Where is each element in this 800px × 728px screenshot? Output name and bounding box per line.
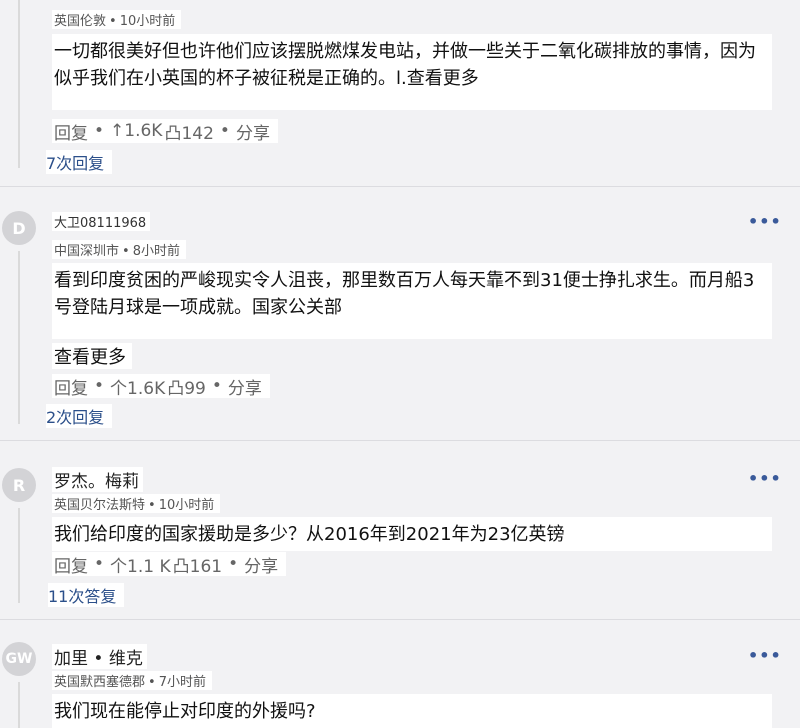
comment-meta: 英国伦敦 • 10小时前	[52, 10, 182, 29]
avatar[interactable]: GW	[2, 642, 36, 676]
comment-2: D 大卫08111968 ••• 中国深圳市 • 8小时前 看到印度贫困的严峻现实令…	[0, 187, 800, 440]
comment-time: 10小时前	[158, 498, 215, 513]
separator: •	[94, 121, 105, 141]
comment-meta: 英国贝尔法斯特 • 10小时前	[52, 494, 221, 513]
comment-meta: 中国深圳市 • 8小时前	[52, 240, 186, 259]
upvote-button[interactable]: ↑1.6K	[110, 121, 162, 141]
more-options-icon[interactable]: •••	[748, 469, 782, 488]
share-button[interactable]: 分享	[228, 374, 262, 399]
thread-line	[18, 0, 20, 168]
reply-button[interactable]: 回复	[54, 552, 88, 577]
separator: •	[219, 121, 230, 141]
separator: •	[109, 14, 117, 29]
comment-location: 英国贝尔法斯特	[54, 498, 146, 513]
avatar[interactable]: R	[2, 468, 36, 502]
replies-link[interactable]: 11次答复	[48, 583, 125, 607]
thread-line	[18, 682, 20, 728]
comment-actions: 回复 • 个1.6K 凸99 • 分享	[52, 374, 270, 399]
comment-body: 我们给印度的国家援助是多少？从2016年到2021年为23亿英镑	[52, 517, 772, 551]
separator: •	[94, 554, 105, 574]
separator: •	[148, 498, 156, 513]
reply-button[interactable]: 回复	[54, 119, 88, 144]
downvote-button[interactable]: 凸99	[167, 374, 206, 399]
upvote-button[interactable]: 个1.6K	[110, 374, 165, 399]
see-more-link[interactable]: 查看更多	[407, 68, 479, 89]
downvote-button[interactable]: 凸142	[164, 119, 213, 144]
share-button[interactable]: 分享	[244, 552, 278, 577]
comment-body: 一切都很美好但也许他们应该摆脱燃煤发电站，并做一些关于二氧化碳排放的事情，因为似…	[52, 34, 772, 110]
comment-4: GW 加里 • 维克 ••• 英国默西塞德郡 • 7小时前 我们现在能停止对印度的外…	[0, 620, 800, 728]
comment-meta: 英国默西塞德郡 • 7小时前	[52, 671, 212, 690]
comment-time: 7小时前	[158, 675, 206, 690]
comment-body: 我们现在能停止对印度的外援吗?	[52, 694, 772, 728]
separator: •	[94, 376, 105, 396]
comment-author[interactable]: 罗杰。梅莉	[52, 467, 143, 492]
comment-text: 一切都很美好但也许他们应该摆脱燃煤发电站，并做一些关于二氧化碳排放的事情，因为似…	[54, 41, 756, 89]
see-more-link[interactable]: 查看更多	[52, 343, 132, 369]
more-options-icon[interactable]: •••	[748, 646, 782, 665]
upvote-button[interactable]: 个1.1 K	[110, 552, 171, 577]
comment-text: 看到印度贫困的严峻现实令人沮丧，那里数百万人每天靠不到31便士挣扎求生。而月船3…	[54, 270, 755, 318]
comment-text: 我们给印度的国家援助是多少？从2016年到2021年为23亿英镑	[54, 524, 565, 545]
thread-line	[18, 508, 20, 603]
separator: •	[148, 675, 156, 690]
separator: •	[228, 554, 239, 574]
comment-body: 看到印度贫困的严峻现实令人沮丧，那里数百万人每天靠不到31便士挣扎求生。而月船3…	[52, 263, 772, 339]
share-button[interactable]: 分享	[236, 119, 270, 144]
comment-time: 8小时前	[132, 244, 180, 259]
comment-1: 英国伦敦 • 10小时前 一切都很美好但也许他们应该摆脱燃煤发电站，并做一些关于二氧…	[0, 0, 800, 186]
thread-line	[18, 251, 20, 424]
comment-3: R 罗杰。梅莉 ••• 英国贝尔法斯特 • 10小时前 我们给印度的国家援助是多少？…	[0, 441, 800, 619]
comment-actions: 回复 • ↑1.6K 凸142 • 分享	[52, 119, 278, 144]
downvote-button[interactable]: 凸161	[173, 552, 222, 577]
comment-text: 我们现在能停止对印度的外援吗?	[54, 701, 316, 722]
more-options-icon[interactable]: •••	[748, 212, 782, 231]
avatar[interactable]: D	[2, 211, 36, 245]
replies-link[interactable]: 7次回复	[46, 150, 113, 174]
separator: •	[122, 244, 130, 259]
separator: •	[211, 376, 222, 396]
replies-link[interactable]: 2次回复	[46, 404, 113, 428]
comment-location: 英国默西塞德郡	[54, 675, 146, 690]
comment-author[interactable]: 大卫08111968	[52, 212, 151, 231]
comment-actions: 回复 • 个1.1 K 凸161 • 分享	[52, 552, 287, 577]
comment-time: 10小时前	[119, 14, 176, 29]
comment-location: 英国伦敦	[54, 14, 107, 29]
reply-button[interactable]: 回复	[54, 374, 88, 399]
comment-author[interactable]: 加里 • 维克	[52, 644, 147, 669]
comment-location: 中国深圳市	[54, 244, 120, 259]
